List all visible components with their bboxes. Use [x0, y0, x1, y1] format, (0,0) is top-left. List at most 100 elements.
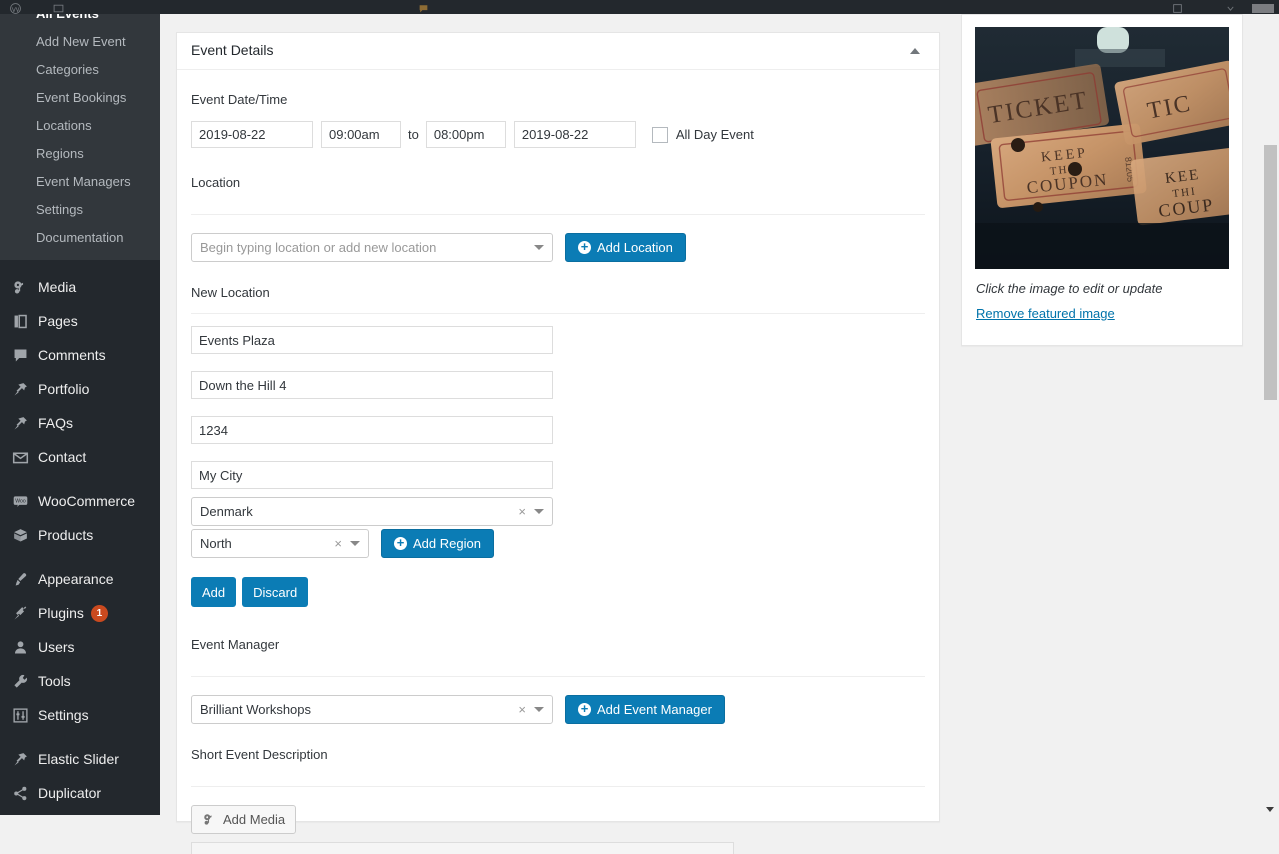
sidebar-item-categories[interactable]: Categories	[0, 56, 160, 84]
all-day-event-checkbox[interactable]	[651, 126, 668, 143]
chevron-down-icon	[534, 245, 544, 250]
clear-region-icon[interactable]: ×	[334, 537, 342, 550]
main-content-area: Event Details Event Date/Time to All Day…	[160, 14, 1279, 854]
sidebar-item-settings-events[interactable]: Settings	[0, 196, 160, 224]
comments-icon[interactable]	[418, 1, 429, 13]
sidebar-item-label: Portfolio	[38, 381, 90, 397]
new-content-icon[interactable]	[1172, 1, 1183, 13]
pages-icon	[10, 311, 30, 331]
sidebar-item-settings[interactable]: Settings	[0, 698, 160, 732]
event-details-body: Event Date/Time to All Day Event Locatio…	[177, 70, 939, 854]
add-location-confirm-button[interactable]: Add	[191, 577, 237, 607]
sidebar-item-add-new-event[interactable]: Add New Event	[0, 28, 160, 56]
sidebar-item-plugins[interactable]: Plugins 1	[0, 596, 160, 630]
sidebar-item-duplicator[interactable]: Duplicator	[0, 776, 160, 810]
menu-separator	[0, 260, 160, 270]
sidebar-item-regions[interactable]: Regions	[0, 140, 160, 168]
collapse-triangle-up-icon[interactable]	[897, 33, 933, 69]
sidebar-item-slider-revolution[interactable]: Slider Revolution	[0, 810, 160, 815]
all-day-event-label: All Day Event	[675, 127, 754, 142]
sidebar-item-locations[interactable]: Locations	[0, 112, 160, 140]
envelope-icon	[10, 447, 30, 467]
wordpress-logo-icon[interactable]	[10, 1, 21, 14]
location-country-value: Denmark	[200, 504, 253, 519]
location-region-select[interactable]: North ×	[191, 529, 369, 558]
location-zip-input[interactable]	[191, 416, 553, 444]
region-row: North × + Add Region	[191, 529, 925, 558]
plus-circle-icon: +	[394, 536, 407, 550]
featured-image-thumbnail[interactable]: TICKET KEEP THIS COUPON 81205 TIC KEE TH…	[975, 27, 1229, 269]
menu-separator	[0, 552, 160, 562]
page-scrollbar[interactable]	[1262, 14, 1279, 815]
page-title: Event Details	[191, 42, 274, 59]
featured-image-caption: Click the image to edit or update	[976, 281, 1163, 296]
remove-featured-image-link[interactable]: Remove featured image	[976, 306, 1115, 321]
menu-separator	[0, 732, 160, 742]
media-icon	[202, 812, 217, 827]
sidebar-item-pages[interactable]: Pages	[0, 304, 160, 338]
sidebar-item-event-bookings[interactable]: Event Bookings	[0, 84, 160, 112]
event-manager-row: Brilliant Workshops × + Add Event Manage…	[191, 695, 925, 724]
short-description-divider	[191, 786, 925, 787]
sidebar-item-woocommerce[interactable]: Woo WooCommerce	[0, 484, 160, 518]
sidebar-item-tools[interactable]: Tools	[0, 664, 160, 698]
add-event-manager-button-label: Add Event Manager	[597, 702, 712, 717]
event-manager-select[interactable]: Brilliant Workshops ×	[191, 695, 553, 724]
duplicator-share-icon	[10, 783, 30, 803]
editor-toolbar-strip[interactable]	[191, 842, 734, 854]
pin-icon	[10, 413, 30, 433]
location-select[interactable]: Begin typing location or add new locatio…	[191, 233, 553, 262]
admin-bar[interactable]	[0, 0, 1279, 14]
comments-icon	[10, 345, 30, 365]
location-region-value: North	[200, 536, 232, 551]
clear-country-icon[interactable]: ×	[518, 505, 526, 518]
sidebar-item-event-managers[interactable]: Event Managers	[0, 168, 160, 196]
sidebar-item-documentation[interactable]: Documentation	[0, 224, 160, 252]
sidebar-item-faqs[interactable]: FAQs	[0, 406, 160, 440]
howdy-user-icon[interactable]	[1225, 1, 1236, 12]
sidebar-item-appearance[interactable]: Appearance	[0, 562, 160, 596]
location-city-input[interactable]	[191, 461, 553, 489]
location-country-select[interactable]: Denmark ×	[191, 497, 553, 526]
pin-icon	[10, 749, 30, 769]
add-event-manager-button[interactable]: + Add Event Manager	[565, 695, 725, 724]
location-address-input[interactable]	[191, 371, 553, 399]
end-time-input[interactable]	[425, 121, 506, 148]
sidebar-item-contact[interactable]: Contact	[0, 440, 160, 474]
sidebar-item-media[interactable]: Media	[0, 270, 160, 304]
sidebar-item-label: Duplicator	[38, 785, 102, 801]
scrollbar-thumb[interactable]	[1264, 145, 1277, 400]
plus-circle-icon: +	[578, 702, 591, 716]
sidebar-item-label: Pages	[38, 313, 78, 329]
start-date-input[interactable]	[191, 121, 313, 148]
add-location-button[interactable]: + Add Location	[565, 233, 686, 262]
sidebar-item-portfolio[interactable]: Portfolio	[0, 372, 160, 406]
add-region-button[interactable]: + Add Region	[381, 529, 494, 558]
media-icon	[10, 277, 30, 297]
datetime-separator-label: to	[408, 127, 419, 142]
sidebar-item-users[interactable]: Users	[0, 630, 160, 664]
sidebar-item-elastic-slider[interactable]: Elastic Slider	[0, 742, 160, 776]
start-time-input[interactable]	[321, 121, 401, 148]
event-manager-value: Brilliant Workshops	[200, 702, 312, 717]
sidebar-item-label: Settings	[38, 707, 89, 723]
site-name-icon[interactable]	[53, 1, 64, 13]
avatar-icon[interactable]	[1252, 1, 1274, 13]
sidebar-item-label: Users	[38, 639, 75, 655]
clear-event-manager-icon[interactable]: ×	[518, 703, 526, 716]
sidebar-item-label: Products	[38, 527, 94, 543]
featured-image-panel: TICKET KEEP THIS COUPON 81205 TIC KEE TH…	[961, 14, 1243, 346]
location-name-input[interactable]	[191, 326, 553, 354]
discard-location-button[interactable]: Discard	[242, 577, 309, 607]
scroll-down-arrow-icon[interactable]	[1266, 807, 1274, 812]
sidebar-item-label: FAQs	[38, 415, 74, 431]
end-date-input[interactable]	[513, 121, 636, 148]
new-location-label: New Location	[191, 285, 270, 300]
plus-circle-icon: +	[578, 240, 591, 254]
add-media-button[interactable]: Add Media	[191, 805, 297, 834]
users-icon	[10, 637, 30, 657]
sidebar-item-products[interactable]: Products	[0, 518, 160, 552]
tools-wrench-icon	[10, 671, 30, 691]
admin-sidebar-menu[interactable]: All Events Add New Event Categories Even…	[0, 0, 160, 815]
sidebar-item-comments[interactable]: Comments	[0, 338, 160, 372]
